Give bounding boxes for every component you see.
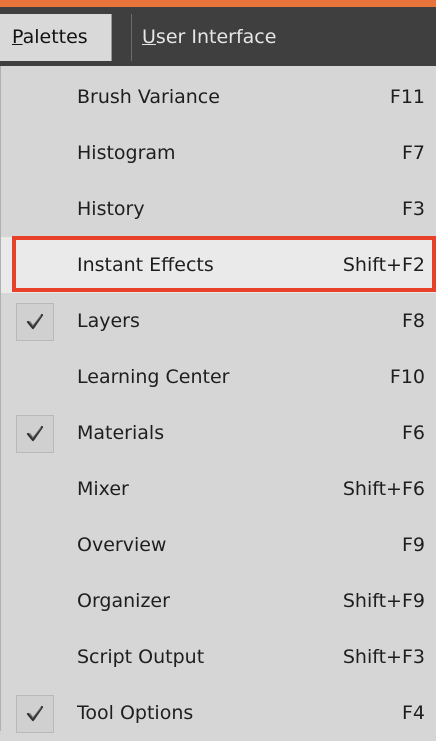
menu-item-label: Histogram xyxy=(77,142,176,164)
checkmark-icon xyxy=(26,705,44,722)
menu-item-label: Script Output xyxy=(77,646,205,668)
menu-item-materials[interactable]: Materials F6 xyxy=(1,405,436,461)
menu-item-label: Organizer xyxy=(77,590,170,612)
menu-item-organizer[interactable]: Organizer Shift+F9 xyxy=(1,573,436,629)
menu-item-layers[interactable]: Layers F8 xyxy=(1,293,436,349)
menu-user-interface[interactable]: User Interface xyxy=(131,14,276,61)
menu-item-overview[interactable]: Overview F9 xyxy=(1,517,436,573)
menu-item-histogram[interactable]: Histogram F7 xyxy=(1,125,436,181)
menu-item-shortcut: F9 xyxy=(401,534,425,556)
palettes-dropdown-menu: Brush Variance F11 Histogram F7 History … xyxy=(0,66,436,733)
menu-user-interface-label: ser Interface xyxy=(155,26,277,48)
menu-item-label: History xyxy=(77,198,145,220)
menu-item-script-output[interactable]: Script Output Shift+F3 xyxy=(1,629,436,685)
menu-item-tool-options[interactable]: Tool Options F4 xyxy=(1,685,436,741)
check-cell xyxy=(16,415,54,453)
menu-item-label: Learning Center xyxy=(77,366,230,388)
menu-item-shortcut: F6 xyxy=(401,422,425,444)
menu-palettes-label: alettes xyxy=(22,26,88,48)
menu-palettes-accel: P xyxy=(12,26,23,48)
menu-item-label: Mixer xyxy=(77,478,129,500)
menu-item-mixer[interactable]: Mixer Shift+F6 xyxy=(1,461,436,517)
menu-item-label: Tool Options xyxy=(77,702,194,724)
menu-item-shortcut: Shift+F3 xyxy=(342,646,425,668)
menu-item-learning-center[interactable]: Learning Center F10 xyxy=(1,349,436,405)
menu-item-shortcut: F11 xyxy=(389,86,425,108)
menu-item-label: Instant Effects xyxy=(77,254,214,276)
menu-item-shortcut: F10 xyxy=(389,366,425,388)
menu-item-history[interactable]: History F3 xyxy=(1,181,436,237)
check-cell xyxy=(16,695,54,733)
menu-item-instant-effects[interactable]: Instant Effects Shift+F2 xyxy=(1,237,436,293)
menu-item-shortcut: Shift+F2 xyxy=(342,254,425,276)
checkmark-icon xyxy=(26,425,44,442)
menu-item-label: Materials xyxy=(77,422,165,444)
check-cell xyxy=(16,303,54,341)
menu-item-shortcut: Shift+F6 xyxy=(342,478,425,500)
top-accent-bar xyxy=(0,0,436,7)
menu-item-shortcut: F4 xyxy=(401,702,425,724)
menu-item-brush-variance[interactable]: Brush Variance F11 xyxy=(1,69,436,125)
menu-item-label: Brush Variance xyxy=(77,86,220,108)
menu-item-label: Overview xyxy=(77,534,167,556)
menu-item-shortcut: F3 xyxy=(401,198,425,220)
menu-item-shortcut: F7 xyxy=(401,142,425,164)
menu-bar: Palettes User Interface xyxy=(0,7,436,66)
menu-item-shortcut: Shift+F9 xyxy=(342,590,425,612)
menu-user-interface-accel: U xyxy=(142,26,156,48)
menu-item-shortcut: F8 xyxy=(401,310,425,332)
menu-palettes[interactable]: Palettes xyxy=(0,14,112,61)
checkmark-icon xyxy=(26,313,44,330)
menu-item-label: Layers xyxy=(77,310,140,332)
